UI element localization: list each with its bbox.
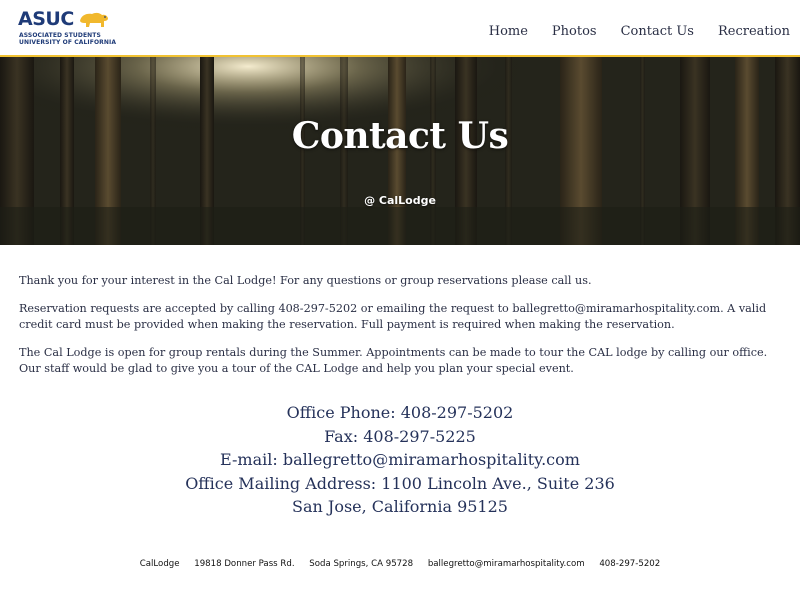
intro-paragraph: Thank you for your interest in the Cal L… <box>19 274 592 287</box>
fax-number: Fax: 408-297-5225 <box>324 426 476 446</box>
contact-block: Office Phone: 408-297-5202 Fax: 408-297-… <box>0 401 800 519</box>
site-header: ASUC ASSOCIATED STUDENTS UNIVERSITY OF C… <box>0 0 800 57</box>
office-phone: Office Phone: 408-297-5202 <box>286 403 514 422</box>
footer-email: ballegretto@miramarhospitality.com <box>427 559 585 569</box>
page-subtitle: @ CalLodge <box>364 194 436 207</box>
bear-icon <box>80 12 108 27</box>
logo-line-2: UNIVERSITY OF CALIFORNIA <box>19 39 117 46</box>
footer-phone: 408-297-5202 <box>599 559 661 569</box>
nav-recreation[interactable]: Recreation <box>718 24 790 39</box>
city-state-zip: San Jose, California 95125 <box>292 497 508 516</box>
nav-photos[interactable]: Photos <box>552 24 597 39</box>
hero-banner: Contact Us @ CalLodge <box>0 57 800 245</box>
nav-contact-us[interactable]: Contact Us <box>621 24 694 39</box>
page-title: Contact Us <box>291 115 509 157</box>
logo-wordmark: ASUC <box>18 8 74 30</box>
main-content: Thank you for your interest in the Cal L… <box>19 273 784 389</box>
site-footer: CalLodge 19818 Donner Pass Rd. Soda Spri… <box>0 559 800 569</box>
footer-street: 19818 Donner Pass Rd. <box>194 559 295 569</box>
footer-name: CalLodge <box>139 559 180 569</box>
asuc-logo[interactable]: ASUC ASSOCIATED STUDENTS UNIVERSITY OF C… <box>18 8 116 48</box>
rentals-paragraph: The Cal Lodge is open for group rentals … <box>19 346 768 375</box>
email-line: E-mail: ballegretto@miramarhospitality.c… <box>220 450 580 469</box>
mailing-address: Office Mailing Address: 1100 Lincoln Ave… <box>185 473 615 493</box>
main-nav: Home Photos Contact Us Recreation <box>465 24 790 39</box>
footer-city: Soda Springs, CA 95728 <box>309 559 414 569</box>
logo-line-1: ASSOCIATED STUDENTS <box>19 32 101 39</box>
reservation-paragraph: Reservation requests are accepted by cal… <box>19 302 767 331</box>
nav-home[interactable]: Home <box>489 24 528 39</box>
